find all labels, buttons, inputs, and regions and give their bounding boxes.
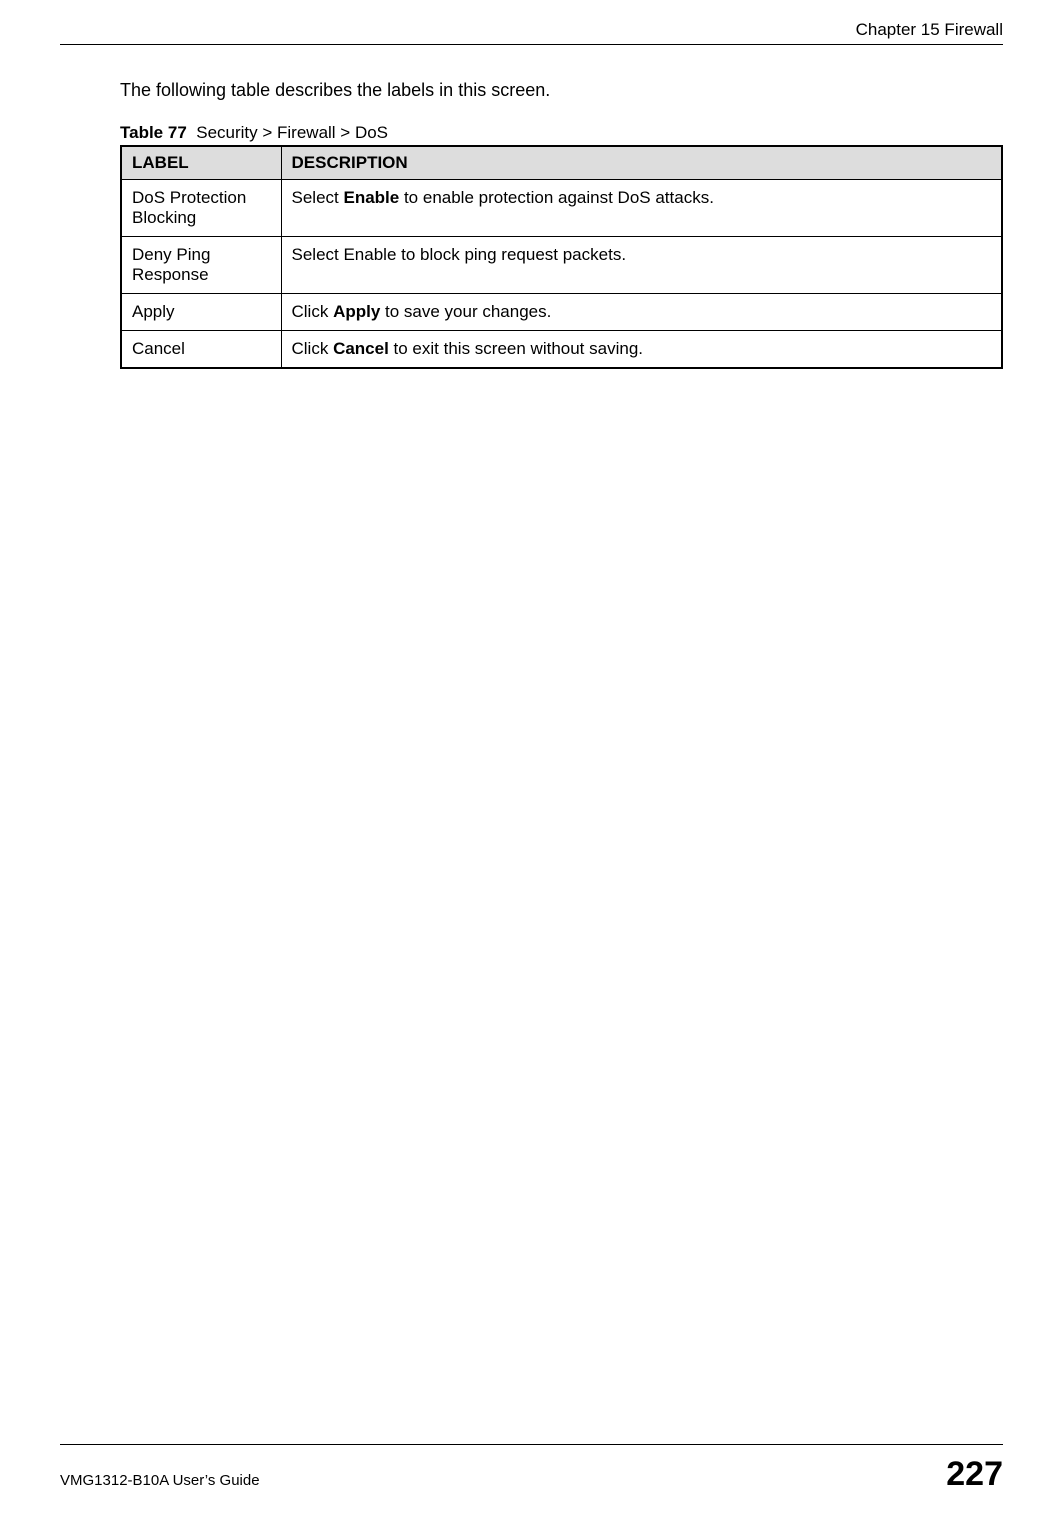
content-area: The following table describes the labels…	[60, 80, 1003, 1444]
table-row: Apply Click Apply to save your changes.	[121, 294, 1002, 331]
cell-label: Apply	[121, 294, 281, 331]
cell-label: DoS Protection Blocking	[121, 180, 281, 237]
table-title: Security > Firewall > DoS	[196, 123, 388, 142]
cell-description: Select Enable to enable protection again…	[281, 180, 1002, 237]
intro-paragraph: The following table describes the labels…	[120, 80, 1003, 101]
cell-description: Click Cancel to exit this screen without…	[281, 331, 1002, 369]
table-row: Cancel Click Cancel to exit this screen …	[121, 331, 1002, 369]
page-number: 227	[946, 1455, 1003, 1494]
labels-table: LABEL DESCRIPTION DoS Protection Blockin…	[120, 145, 1003, 369]
page-footer: VMG1312-B10A User’s Guide 227	[60, 1444, 1003, 1494]
cell-description: Select Enable to block ping request pack…	[281, 237, 1002, 294]
cell-label: Deny Ping Response	[121, 237, 281, 294]
table-row: Deny Ping Response Select Enable to bloc…	[121, 237, 1002, 294]
footer-guide-name: VMG1312-B10A User’s Guide	[60, 1472, 260, 1489]
col-header-label: LABEL	[121, 146, 281, 180]
table-row: DoS Protection Blocking Select Enable to…	[121, 180, 1002, 237]
table-header-row: LABEL DESCRIPTION	[121, 146, 1002, 180]
chapter-title: Chapter 15 Firewall	[856, 20, 1003, 39]
page-header: Chapter 15 Firewall	[60, 20, 1003, 45]
table-caption: Table 77 Security > Firewall > DoS	[120, 123, 1003, 143]
page-container: Chapter 15 Firewall The following table …	[0, 0, 1063, 1524]
table-number: Table 77	[120, 123, 187, 142]
cell-label: Cancel	[121, 331, 281, 369]
cell-description: Click Apply to save your changes.	[281, 294, 1002, 331]
col-header-description: DESCRIPTION	[281, 146, 1002, 180]
